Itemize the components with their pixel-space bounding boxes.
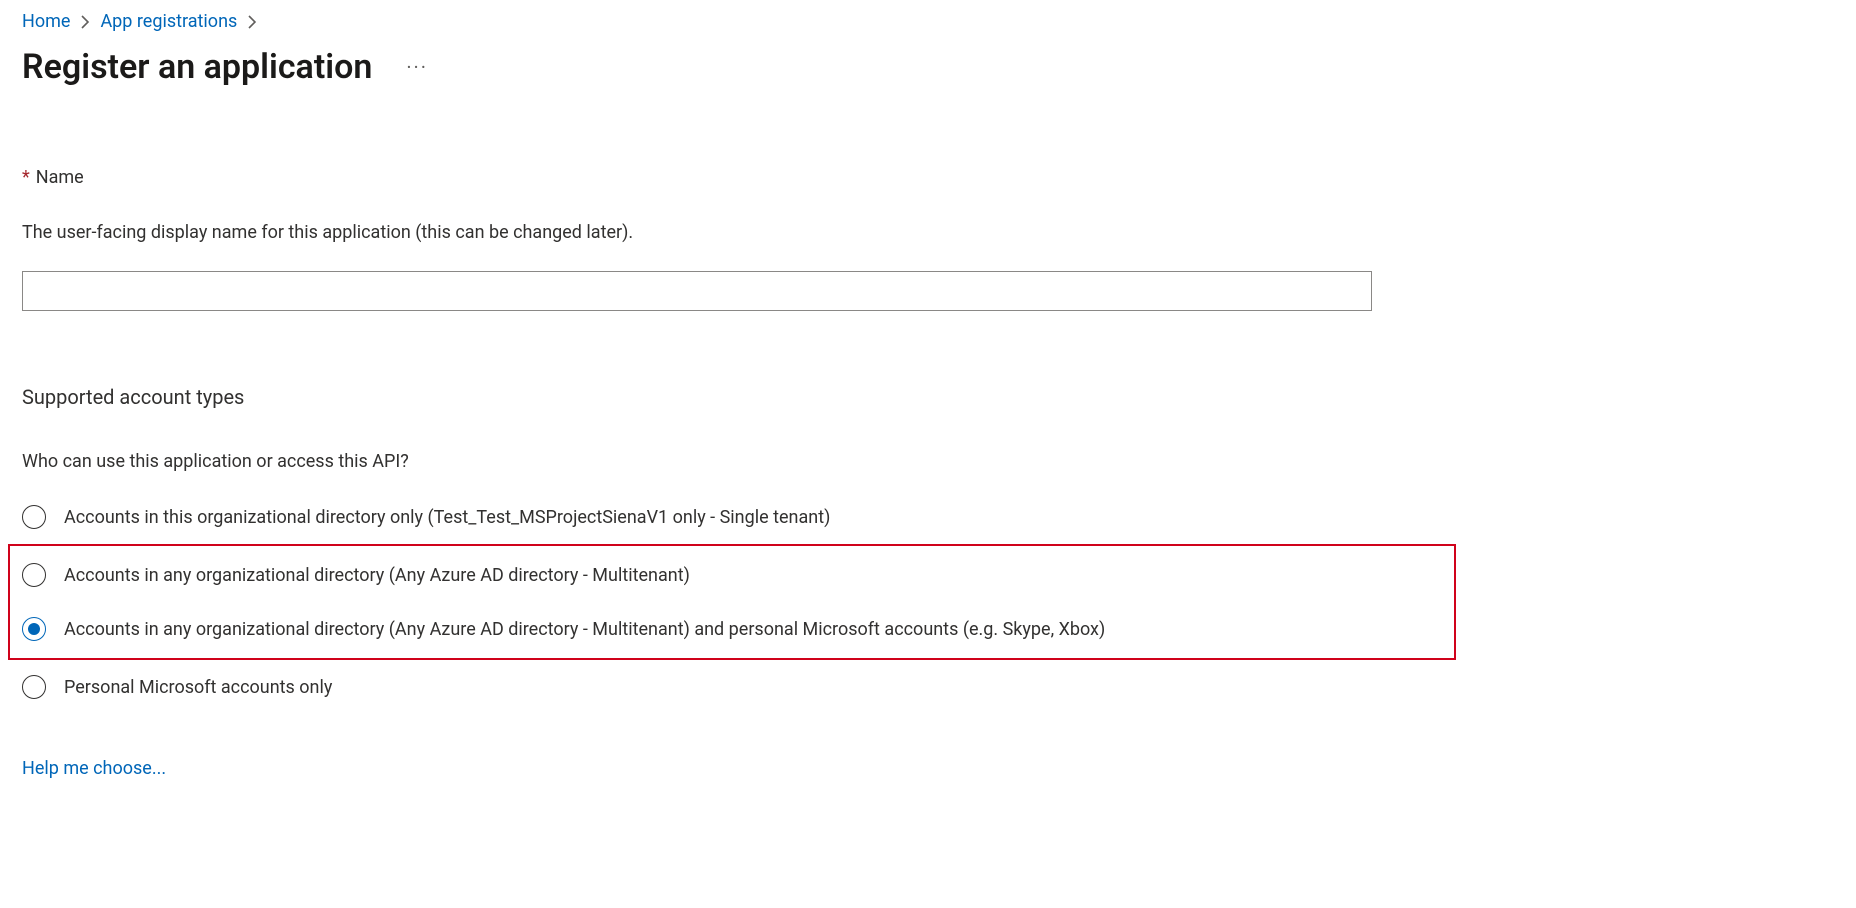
radio-label: Accounts in any organizational directory… [64, 619, 1105, 640]
account-types-radio-group: Accounts in this organizational director… [22, 490, 1834, 714]
breadcrumb-link-app-registrations[interactable]: App registrations [100, 10, 237, 33]
highlighted-options: Accounts in any organizational directory… [8, 544, 1456, 660]
account-type-option-multitenant-personal[interactable]: Accounts in any organizational directory… [22, 602, 1450, 656]
account-type-option-personal-only[interactable]: Personal Microsoft accounts only [22, 660, 1834, 714]
page-title: Register an application [22, 47, 372, 87]
chevron-right-icon [247, 15, 257, 29]
account-type-option-single-tenant[interactable]: Accounts in this organizational director… [22, 490, 1834, 544]
account-types-heading: Supported account types [22, 385, 1834, 409]
required-indicator: * [22, 167, 30, 188]
name-label: Name [36, 167, 84, 188]
radio-icon[interactable] [22, 563, 46, 587]
breadcrumb-link-home[interactable]: Home [22, 10, 70, 33]
help-me-choose-link[interactable]: Help me choose... [22, 758, 166, 779]
radio-label: Personal Microsoft accounts only [64, 677, 332, 698]
chevron-right-icon [80, 15, 90, 29]
radio-icon[interactable] [22, 505, 46, 529]
breadcrumb: Home App registrations [22, 10, 1834, 33]
radio-icon[interactable] [22, 617, 46, 641]
app-name-field[interactable] [22, 271, 1372, 311]
radio-label: Accounts in this organizational director… [64, 507, 830, 528]
account-type-option-multitenant[interactable]: Accounts in any organizational directory… [22, 548, 1450, 602]
radio-label: Accounts in any organizational directory… [64, 565, 690, 586]
radio-icon[interactable] [22, 675, 46, 699]
name-section: * Name The user-facing display name for … [22, 167, 1382, 311]
more-actions-icon[interactable]: ··· [400, 51, 434, 83]
name-description: The user-facing display name for this ap… [22, 222, 1382, 243]
account-types-question: Who can use this application or access t… [22, 451, 1834, 472]
